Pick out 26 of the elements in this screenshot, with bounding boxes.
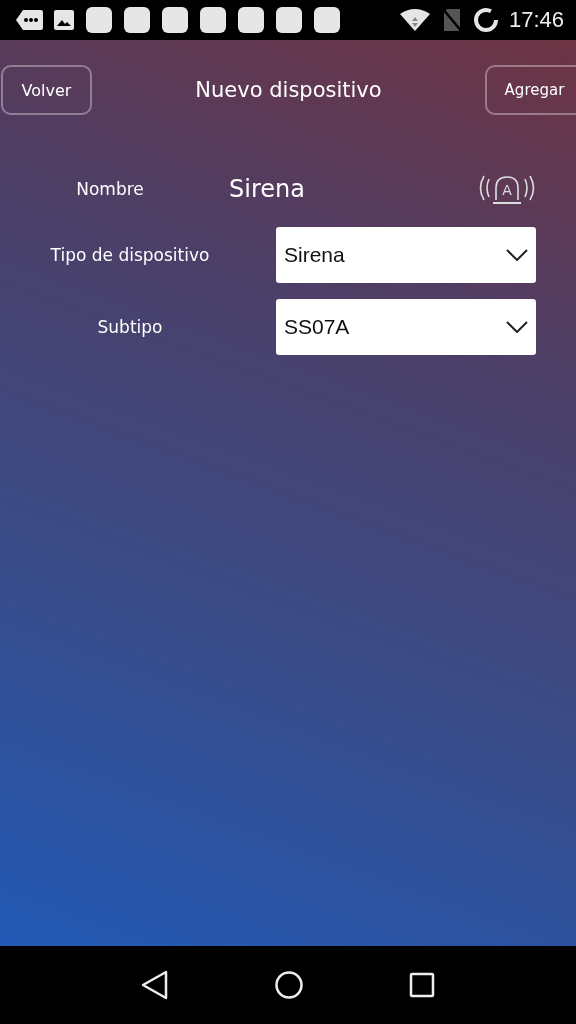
image-icon [53, 9, 75, 31]
notification-icon [275, 6, 303, 34]
recents-nav-icon[interactable] [409, 972, 436, 998]
notification-icon [199, 6, 227, 34]
screen-title: Nuevo dispositivo [195, 78, 382, 102]
more-tag-icon [15, 9, 43, 31]
notification-icon [123, 6, 151, 34]
chevron-down-icon [506, 249, 528, 261]
back-button[interactable]: Volver [1, 65, 92, 115]
dropdown[interactable]: Sirena [276, 227, 536, 283]
loading-ring-icon [472, 7, 499, 33]
add-button[interactable]: Agregar [485, 65, 576, 115]
notification-icon [313, 6, 341, 34]
notification-icon [161, 6, 189, 34]
chevron-down-icon [506, 321, 528, 333]
notification-icon [85, 6, 113, 34]
status-time: 17:46 [508, 7, 564, 33]
notification-icon [237, 6, 265, 34]
field-label: Tipo de dispositivo [49, 245, 211, 265]
home-nav-icon[interactable] [274, 970, 304, 1000]
field-label: Subtipo [96, 317, 164, 337]
dropdown[interactable]: SS07A [276, 299, 536, 355]
wifi-icon [398, 8, 431, 32]
field-label: Nombre [75, 179, 145, 199]
name-value: Sirena [229, 175, 306, 203]
back-nav-icon[interactable] [140, 970, 169, 1000]
